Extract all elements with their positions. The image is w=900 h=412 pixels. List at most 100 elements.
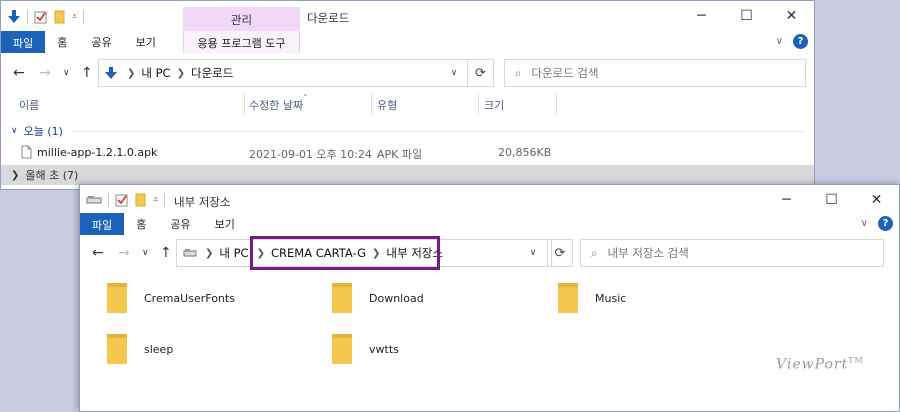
sort-chevron-icon: ⌄ [302,89,309,98]
file-icon [21,145,32,159]
trademark-mark: TM [848,356,864,365]
breadcrumb-this-pc[interactable]: 내 PC [141,65,170,81]
expand-ribbon-icon[interactable]: ∨ [861,218,868,229]
download-arrow-icon[interactable] [7,9,21,25]
title-bar: ⩡ 내부 저장소 ─ ☐ ✕ [80,185,899,215]
customize-qat-icon[interactable]: ⩡ [72,12,77,22]
new-folder-icon[interactable] [54,10,66,24]
tab-home[interactable]: 홈 [45,34,79,50]
toolbar-separator [164,193,166,207]
quick-access-toolbar: ⩡ [7,9,85,25]
tab-home[interactable]: 홈 [124,216,158,232]
tab-view[interactable]: 보기 [124,34,168,50]
up-arrow-icon[interactable]: ↑ [160,245,172,261]
close-button[interactable]: ✕ [854,185,899,215]
ribbon-right-controls: ∨ ? [776,34,808,49]
search-placeholder: 다운로드 검색 [531,66,599,80]
folder-name: vwtts [369,342,399,356]
group-header-today[interactable]: ∨ 오늘 (1) [1,121,814,141]
folder-icon [107,334,127,364]
breadcrumb-separator-icon: ❯ [205,247,214,259]
tab-share[interactable]: 공유 [158,216,202,232]
forward-arrow-icon[interactable]: → [118,245,130,261]
properties-check-icon[interactable] [115,193,129,207]
minimize-button[interactable]: ─ [679,1,724,31]
tab-application-tools[interactable]: 응용 프로그램 도구 [183,31,300,53]
manage-context-tab[interactable]: 관리 [183,7,300,31]
column-type[interactable]: 유형 [377,97,397,113]
folder-item[interactable]: sleep [106,333,173,365]
help-icon[interactable]: ? [793,34,808,49]
window-controls: ─ ☐ ✕ [764,185,899,215]
file-name: millie-app-1.2.1.0.apk [37,146,158,159]
refresh-button[interactable]: ⟳ [547,239,573,267]
title-bar: ⩡ 관리 다운로드 ─ ☐ ✕ [1,1,814,31]
download-location-icon [105,67,117,79]
viewport-watermark: ViewPortTM [776,356,864,373]
tab-file[interactable]: 파일 [1,31,46,53]
folder-item[interactable]: vwtts [331,333,399,365]
new-folder-icon[interactable] [135,193,147,207]
customize-qat-icon[interactable]: ⩡ [153,195,158,205]
folder-item[interactable]: Music [557,282,626,314]
properties-check-icon[interactable] [34,10,48,24]
column-date-modified[interactable]: 수정한 날짜 [249,97,303,113]
back-arrow-icon[interactable]: ← [92,245,104,261]
close-button[interactable]: ✕ [769,1,814,31]
column-header-row: 이름 수정한 날짜 ⌄ 유형 크기 [1,89,814,119]
refresh-button[interactable]: ⟳ [468,59,494,87]
navigation-bar: ← → ∨ ↑ ❯ 내 PC ❯ CREMA CARTA-G ❯ 내부 저장소 … [80,236,899,270]
breadcrumb-downloads[interactable]: 다운로드 [191,65,233,81]
file-date: 2021-09-01 오후 10:24 [249,148,372,161]
search-icon: ⌕ [515,65,522,80]
maximize-button[interactable]: ☐ [724,1,769,31]
search-box[interactable]: ⌕ 다운로드 검색 [504,59,806,87]
column-divider[interactable] [244,93,245,115]
window-controls: ─ ☐ ✕ [679,1,814,31]
recent-locations-chevron-icon[interactable]: ∨ [142,248,149,258]
maximize-button[interactable]: ☐ [809,185,854,215]
tab-file[interactable]: 파일 [80,213,125,235]
help-icon[interactable]: ? [878,216,893,231]
column-divider[interactable] [371,93,372,115]
ribbon-tabs: 파일 홈 공유 보기 응용 프로그램 도구 ∨ ? [1,31,814,53]
expand-ribbon-icon[interactable]: ∨ [776,36,783,47]
address-highlight-box [250,236,440,270]
drive-location-icon [183,249,197,257]
folder-icon [332,334,352,364]
window-title: 내부 저장소 [174,195,231,209]
forward-arrow-icon[interactable]: → [39,65,51,81]
toolbar-separator [83,10,85,24]
group-header-earlier-this-year[interactable]: ❯ 올해 초 (7) [1,165,814,185]
folder-item[interactable]: CremaUserFonts [106,282,235,314]
folder-name: sleep [144,342,174,356]
ribbon-right-controls: ∨ ? [861,216,893,231]
column-name[interactable]: 이름 [19,97,39,113]
back-arrow-icon[interactable]: ← [13,65,25,81]
group-divider-line [70,130,804,132]
tab-share[interactable]: 공유 [79,34,123,50]
toolbar-separator [27,10,28,24]
address-bar[interactable]: ❯ 내 PC ❯ 다운로드 [98,59,468,87]
minimize-button[interactable]: ─ [764,185,809,215]
column-divider[interactable] [478,93,479,115]
folder-icon [107,283,127,313]
breadcrumb-this-pc[interactable]: 내 PC [219,245,248,261]
search-icon: ⌕ [591,245,598,260]
up-arrow-icon[interactable]: ↑ [81,65,93,81]
file-row[interactable]: millie-app-1.2.1.0.apk 2021-09-01 오후 10:… [1,143,814,163]
address-dropdown-icon[interactable]: ∨ [521,239,545,267]
folder-name: CremaUserFonts [144,291,235,305]
address-dropdown-icon[interactable]: ∨ [442,59,466,87]
folder-item[interactable]: Download [331,282,424,314]
tab-view[interactable]: 보기 [203,216,247,232]
column-size[interactable]: 크기 [484,97,504,113]
folder-name: Download [369,291,424,305]
group-expand-icon: ❯ [11,169,20,181]
group-collapse-icon: ∨ [11,126,18,136]
search-box[interactable]: ⌕ 내부 저장소 검색 [580,239,884,267]
recent-locations-chevron-icon[interactable]: ∨ [63,68,70,78]
group-label: 오늘 (1) [23,125,63,138]
column-divider[interactable] [556,93,557,115]
toolbar-separator [108,193,109,207]
